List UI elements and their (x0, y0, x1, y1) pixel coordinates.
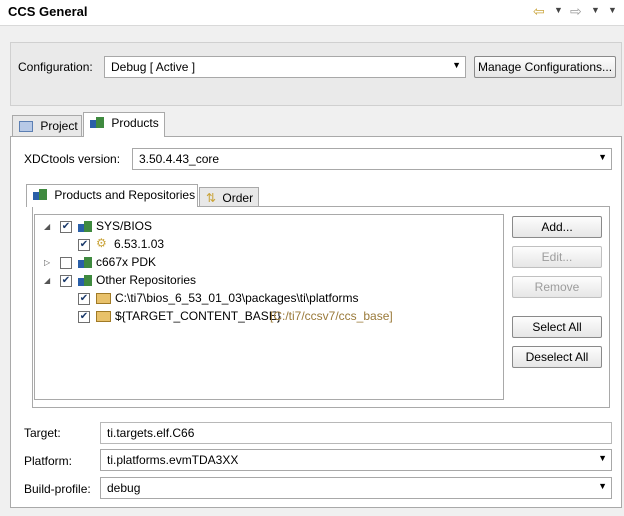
xdc-version-value: 3.50.4.43_core (139, 152, 220, 166)
remove-button[interactable]: Remove (512, 276, 602, 298)
chevron-down-icon: ▼ (452, 60, 461, 70)
build-profile-label: Build-profile: (24, 482, 91, 496)
checkbox-pdk[interactable] (60, 257, 72, 269)
tree-item[interactable]: ▷ c667x PDK (40, 255, 500, 271)
tree-item[interactable]: ✔ ${TARGET_CONTENT_BASE} [C:/ti7/ccsv7/c… (40, 309, 500, 325)
forward-arrow-icon[interactable]: ⇨ (570, 3, 582, 20)
target-value: ti.targets.elf.C66 (107, 426, 195, 440)
chevron-down-icon: ▼ (598, 481, 607, 491)
tab-products-label: Products (111, 116, 159, 130)
checkbox-other-repositories[interactable]: ✔ (60, 275, 72, 287)
page-title: CCS General (8, 4, 88, 19)
title-bar: CCS General ⇦ ▼ ⇨ ▼ ▼ (0, 0, 624, 26)
product-icon (78, 275, 92, 287)
checkbox-version[interactable]: ✔ (78, 239, 90, 251)
tree-item[interactable]: ◢ ✔ SYS/BIOS (40, 219, 500, 235)
folder-icon (19, 121, 33, 132)
forward-dropdown-icon[interactable]: ▼ (591, 5, 600, 15)
tab-project[interactable]: Project (12, 115, 82, 136)
tree-item-label: c667x PDK (96, 255, 157, 269)
checkbox-target-content-base[interactable]: ✔ (78, 311, 90, 323)
build-profile-value: debug (107, 481, 141, 495)
tree-item-label: ${TARGET_CONTENT_BASE} (115, 309, 281, 323)
xdc-version-label: XDCtools version: (24, 152, 121, 166)
product-icon (78, 221, 92, 233)
back-arrow-icon[interactable]: ⇦ (533, 3, 545, 20)
configuration-value: Debug [ Active ] (111, 60, 196, 74)
configuration-select[interactable]: Debug [ Active ] ▼ (104, 56, 466, 78)
platform-value: ti.platforms.evmTDA3XX (107, 453, 239, 467)
tree-item-label: Other Repositories (96, 273, 197, 287)
repository-folder-icon (96, 293, 111, 304)
tab-products-and-repositories-label: Products and Repositories (54, 188, 196, 202)
manage-configurations-button[interactable]: Manage Configurations... (474, 56, 616, 78)
order-icon: ⇅ (206, 191, 217, 205)
target-input[interactable]: ti.targets.elf.C66 (100, 422, 612, 444)
platform-label: Platform: (24, 454, 73, 468)
tree-item-label: 6.53.1.03 (114, 237, 165, 251)
add-button[interactable]: Add... (512, 216, 602, 238)
products-icon (33, 189, 47, 201)
tree-item-suffix: [C:/ti7/ccsv7/ccs_base] (270, 309, 393, 323)
tab-order[interactable]: ⇅ Order (199, 187, 259, 207)
deselect-all-button[interactable]: Deselect All (512, 346, 602, 368)
tree-item-label: C:\ti7\bios_6_53_01_03\packages\ti\platf… (115, 291, 359, 305)
product-icon (78, 257, 92, 269)
platform-select[interactable]: ti.platforms.evmTDA3XX ▼ (100, 449, 612, 471)
chevron-down-icon: ▼ (598, 453, 607, 463)
collapse-icon[interactable]: ◢ (44, 222, 50, 231)
xdc-version-select[interactable]: 3.50.4.43_core ▼ (132, 148, 612, 170)
tab-order-label: Order (222, 191, 254, 205)
gear-icon: ⚙ (96, 236, 107, 250)
tree-item[interactable]: ◢ ✔ Other Repositories (40, 273, 500, 289)
select-all-button[interactable]: Select All (512, 316, 602, 338)
chevron-down-icon: ▼ (598, 152, 607, 162)
checkbox-sys-bios[interactable]: ✔ (60, 221, 72, 233)
target-label: Target: (24, 426, 61, 440)
tab-products[interactable]: Products (83, 112, 165, 137)
expand-icon[interactable]: ▷ (44, 258, 50, 267)
tab-project-label: Project (40, 119, 78, 133)
collapse-icon[interactable]: ◢ (44, 276, 50, 285)
tab-products-and-repositories[interactable]: Products and Repositories (26, 184, 198, 207)
checkbox-repository-path[interactable]: ✔ (78, 293, 90, 305)
repository-folder-icon (96, 311, 111, 322)
back-dropdown-icon[interactable]: ▼ (554, 5, 563, 15)
view-menu-icon[interactable]: ▼ (608, 5, 617, 15)
products-icon (90, 117, 104, 129)
tree-item[interactable]: ✔ ⚙ 6.53.1.03 (40, 236, 500, 253)
build-profile-select[interactable]: debug ▼ (100, 477, 612, 499)
edit-button[interactable]: Edit... (512, 246, 602, 268)
tree-item[interactable]: ✔ C:\ti7\bios_6_53_01_03\packages\ti\pla… (40, 291, 500, 307)
tree-item-label: SYS/BIOS (96, 219, 153, 233)
configuration-label: Configuration: (18, 60, 93, 74)
